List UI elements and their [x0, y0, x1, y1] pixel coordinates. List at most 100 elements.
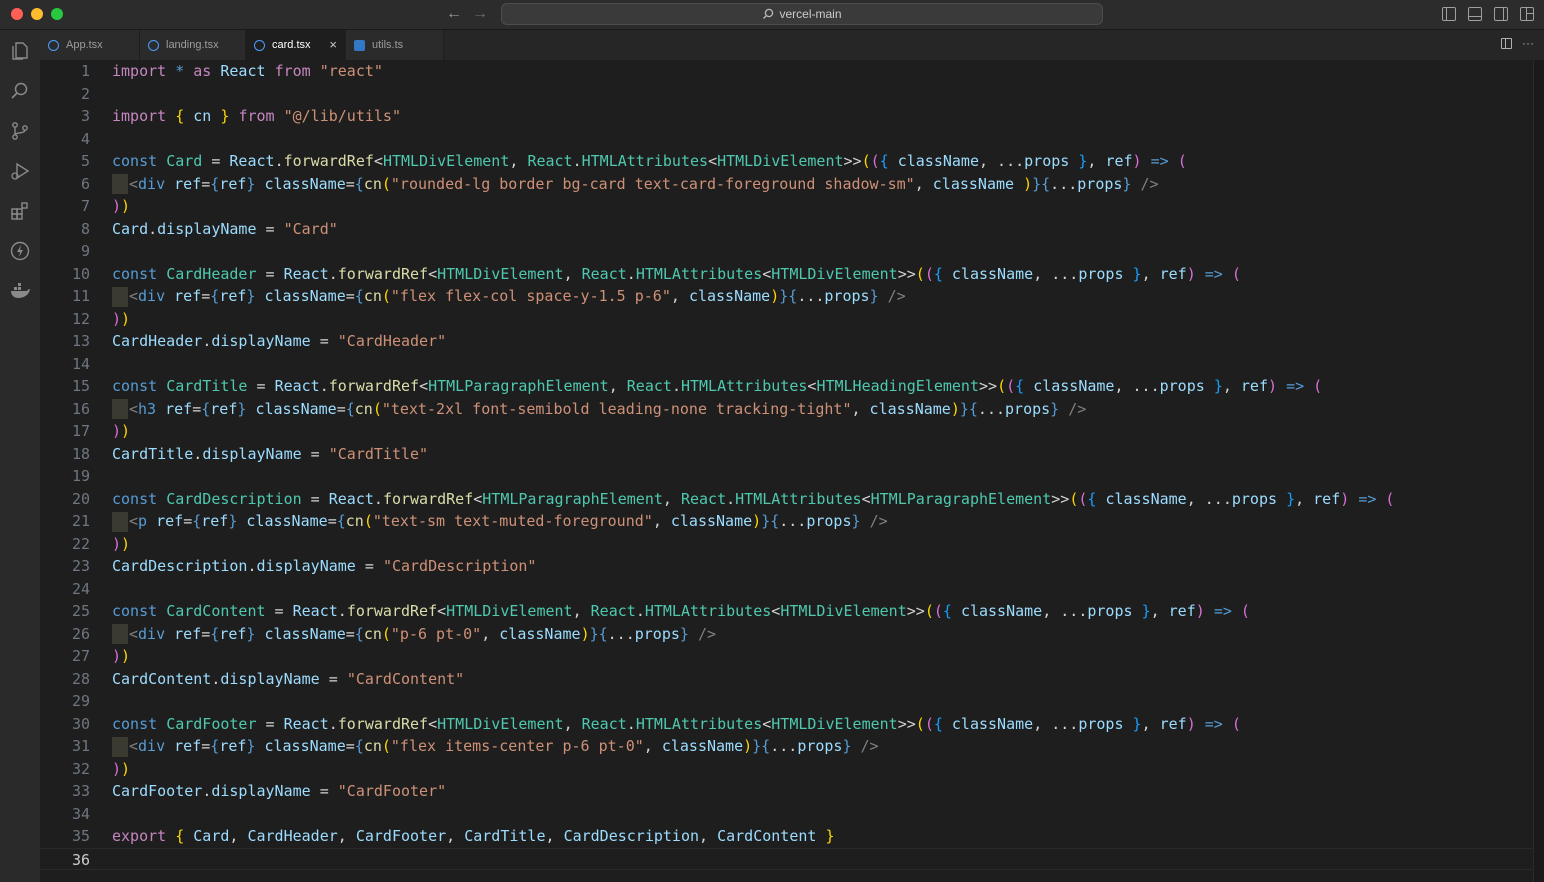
maximize-window-button[interactable] — [51, 8, 63, 20]
code-line[interactable]: 15 const CardTitle = React.forwardRef<HTM… — [40, 375, 1534, 398]
source-control-icon[interactable] — [9, 120, 31, 142]
code-line[interactable]: 4 — [40, 128, 1534, 151]
toggle-secondary-sidebar-icon[interactable] — [1494, 7, 1508, 21]
code-line[interactable]: 25 const CardContent = React.forwardRef<H… — [40, 600, 1534, 623]
code-token: < — [428, 264, 438, 283]
code-line[interactable]: 36 — [40, 847, 1534, 870]
code-line[interactable]: 1 import * as React from "react" — [40, 60, 1534, 83]
line-number: 12 — [71, 309, 90, 328]
code-line[interactable]: 19 — [40, 465, 1534, 488]
code-token: => — [1286, 377, 1305, 395]
code-line[interactable]: 3 import { cn } from "@/lib/utils" — [40, 105, 1534, 128]
line-number: 1 — [80, 62, 90, 80]
code-token: }{ — [959, 399, 978, 418]
code-line[interactable]: 6 <div ref={ref} className={cn("rounded-l… — [40, 173, 1534, 196]
code-token: ) — [950, 399, 960, 418]
code-line[interactable]: 12)) — [40, 308, 1534, 331]
code-token: ( — [870, 152, 880, 170]
code-line[interactable]: 35 export { Card, CardHeader, CardFooter,… — [40, 825, 1534, 848]
indent-guide — [112, 511, 128, 532]
code-line[interactable]: 32)) — [40, 758, 1534, 781]
customize-layout-icon[interactable] — [1520, 7, 1534, 21]
code-line[interactable]: 26 <div ref={ref} className={cn("p-6 pt-0… — [40, 623, 1534, 646]
code-line[interactable]: 34 — [40, 803, 1534, 826]
code-token: CardContent — [717, 827, 817, 845]
code-line[interactable]: 16 <h3 ref={ref} className={cn("text-2xl … — [40, 398, 1534, 421]
line-number: 23 — [71, 557, 90, 575]
lightning-icon[interactable] — [9, 240, 31, 262]
close-tab-icon[interactable]: × — [329, 38, 337, 51]
back-arrow-icon[interactable]: ← — [446, 5, 462, 23]
code-token: CardTitle — [112, 444, 194, 463]
line-code: CardContent.displayName = "CardContent" — [112, 668, 464, 691]
vertical-scrollbar[interactable] — [1533, 60, 1544, 882]
code-token: { — [354, 737, 364, 755]
close-window-button[interactable] — [11, 8, 23, 20]
tab-utils-ts[interactable]: utils.ts — [346, 30, 444, 60]
indent-guide — [112, 174, 128, 194]
code-line[interactable]: 30 const CardFooter = React.forwardRef<HT… — [40, 713, 1534, 736]
code-line[interactable]: 10 const CardHeader = React.forwardRef<HT… — [40, 263, 1534, 286]
code-line[interactable]: 27)) — [40, 645, 1534, 668]
code-line[interactable]: 22)) — [40, 533, 1534, 556]
code-token: } — [679, 624, 689, 643]
code-line[interactable]: 17)) — [40, 420, 1534, 443]
line-code: const CardFooter = React.forwardRef<HTML… — [112, 713, 1241, 736]
toggle-panel-icon[interactable] — [1468, 7, 1482, 21]
code-token: ) — [112, 534, 122, 553]
tab-landing-tsx[interactable]: landing.tsx — [140, 30, 246, 60]
code-token: , — [1141, 264, 1160, 283]
code-line[interactable]: 8 Card.displayName = "Card" — [40, 218, 1534, 241]
code-line[interactable]: 13 CardHeader.displayName = "CardHeader" — [40, 330, 1534, 353]
code-line[interactable]: 28 CardContent.displayName = "CardContent… — [40, 668, 1534, 691]
code-line[interactable]: 20 const CardDescription = React.forwardR… — [40, 488, 1534, 511]
docker-icon[interactable] — [9, 280, 31, 302]
code-token: , ... — [1033, 714, 1079, 733]
line-code: <div ref={ref} className={cn("rounded-lg… — [112, 173, 1159, 196]
code-editor[interactable]: 1 import * as React from "react" 2 3 import … — [40, 60, 1544, 882]
code-line[interactable]: 18 CardTitle.displayName = "CardTitle" — [40, 443, 1534, 466]
toggle-primary-sidebar-icon[interactable] — [1442, 7, 1456, 21]
forward-arrow-icon[interactable]: → — [472, 5, 488, 23]
minimize-window-button[interactable] — [31, 8, 43, 20]
code-line[interactable]: 31 <div ref={ref} className={cn("flex ite… — [40, 735, 1534, 758]
code-line[interactable]: 2 — [40, 83, 1534, 106]
split-editor-icon[interactable] — [1501, 38, 1512, 49]
run-debug-icon[interactable] — [9, 160, 31, 182]
code-token: className — [246, 512, 328, 530]
code-line[interactable]: 7)) — [40, 195, 1534, 218]
code-token: div — [138, 737, 166, 755]
code-token: , — [1222, 377, 1241, 395]
code-line[interactable]: 9 — [40, 240, 1534, 263]
code-token: "CardHeader" — [337, 332, 447, 350]
code-token: "Card" — [283, 219, 338, 238]
code-token: , — [670, 287, 689, 305]
code-line[interactable]: 33 CardFooter.displayName = "CardFooter" — [40, 780, 1534, 803]
code-line[interactable]: 24 — [40, 578, 1534, 601]
command-center-search[interactable]: vercel-main — [501, 3, 1103, 25]
code-token: forwardRef — [337, 714, 429, 733]
code-line[interactable]: 29 — [40, 690, 1534, 713]
tab-card-tsx[interactable]: card.tsx × — [246, 30, 346, 60]
code-token: ( — [1385, 489, 1395, 508]
search-icon[interactable] — [9, 80, 31, 102]
extensions-icon[interactable] — [9, 200, 31, 222]
code-line[interactable]: 14 — [40, 353, 1534, 376]
code-token: < — [762, 714, 772, 733]
tab-app-tsx[interactable]: App.tsx — [40, 30, 140, 60]
code-token: displayName — [202, 444, 302, 463]
code-line[interactable]: 11 <div ref={ref} className={cn("flex fle… — [40, 285, 1534, 308]
explorer-icon[interactable] — [9, 40, 31, 62]
code-line[interactable]: 21 <p ref={ref} className={cn("text-sm te… — [40, 510, 1534, 533]
code-token: , — [545, 827, 564, 845]
line-number: 3 — [80, 107, 90, 125]
code-token: CardDescription — [112, 557, 248, 575]
code-line[interactable]: 5 const Card = React.forwardRef<HTMLDivEl… — [40, 150, 1534, 173]
code-line[interactable]: 23 CardDescription.displayName = "CardDes… — [40, 555, 1534, 578]
more-actions-icon[interactable]: ··· — [1522, 37, 1534, 49]
